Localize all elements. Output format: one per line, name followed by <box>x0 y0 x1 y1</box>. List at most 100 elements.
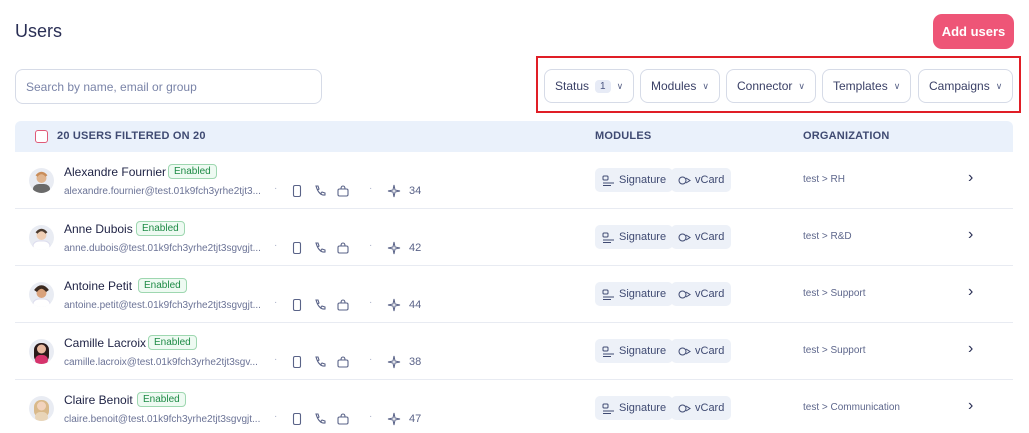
user-email: camille.lacroix@test.01k9fch3yrhe2tjt3sg… <box>64 357 258 368</box>
module-chip-signature[interactable]: Signature <box>595 168 674 192</box>
separator-dot: · <box>369 297 373 308</box>
separator-dot: · <box>369 411 373 422</box>
chevron-down-icon: ∨ <box>702 80 709 91</box>
phone-icon <box>313 184 327 198</box>
engagement-score: 34 <box>409 185 422 197</box>
tablet-icon <box>290 184 304 198</box>
signature-icon <box>602 232 614 243</box>
filter-modules[interactable]: Modules ∨ <box>640 69 720 103</box>
filter-campaigns[interactable]: Campaigns ∨ <box>918 69 1014 103</box>
phone-icon <box>313 355 327 369</box>
avatar <box>29 282 54 307</box>
chevron-right-icon[interactable]: › <box>968 169 973 187</box>
signature-icon <box>602 403 614 414</box>
organization-path: test > R&D <box>803 231 852 242</box>
chevron-right-icon[interactable]: › <box>968 340 973 358</box>
avatar <box>29 225 54 250</box>
phone-icon <box>313 298 327 312</box>
module-chip-signature[interactable]: Signature <box>595 339 674 363</box>
filter-connector-label: Connector <box>737 79 793 93</box>
engagement-score: 44 <box>409 299 422 311</box>
module-chip-vcard[interactable]: vCard <box>671 225 732 249</box>
organization-path: test > Support <box>803 345 866 356</box>
status-badge: Enabled <box>136 221 185 236</box>
module-chip-label: Signature <box>619 345 667 357</box>
user-name: Anne Dubois <box>64 222 133 236</box>
module-chip-vcard[interactable]: vCard <box>671 282 732 306</box>
phone-icon <box>313 412 327 426</box>
sparkle-icon <box>387 355 401 369</box>
user-email: antoine.petit@test.01k9fch3yrhe2tjt3sgvg… <box>64 300 261 311</box>
status-badge: Enabled <box>148 335 197 350</box>
filter-connector[interactable]: Connector ∨ <box>726 69 816 103</box>
separator-dot: · <box>274 240 278 251</box>
sparkle-icon <box>387 298 401 312</box>
avatar <box>29 396 54 421</box>
module-chip-vcard[interactable]: vCard <box>671 396 732 420</box>
sparkle-icon <box>387 184 401 198</box>
filter-campaigns-label: Campaigns <box>929 79 990 93</box>
organization-path: test > RH <box>803 174 845 185</box>
sparkle-icon <box>387 241 401 255</box>
table-row[interactable]: Claire Benoit Enabled claire.benoit@test… <box>15 380 1013 433</box>
module-chip-label: vCard <box>695 402 725 414</box>
phone-icon <box>313 241 327 255</box>
table-header: 20 USERS FILTERED ON 20 MODULES ORGANIZA… <box>15 121 1013 152</box>
user-email: claire.benoit@test.01k9fch3yrhe2tjt3sgvg… <box>64 414 261 425</box>
filter-templates[interactable]: Templates ∨ <box>822 69 912 103</box>
signature-icon <box>602 289 614 300</box>
separator-dot: · <box>274 183 278 194</box>
tablet-icon <box>290 412 304 426</box>
vcard-icon <box>678 290 691 298</box>
search-input[interactable] <box>15 69 322 104</box>
chevron-right-icon[interactable]: › <box>968 226 973 244</box>
module-chip-vcard[interactable]: vCard <box>671 168 732 192</box>
table-row[interactable]: Camille Lacroix Enabled camille.lacroix@… <box>15 323 1013 380</box>
chevron-right-icon[interactable]: › <box>968 397 973 415</box>
avatar <box>29 339 54 364</box>
module-chip-label: Signature <box>619 174 667 186</box>
module-chip-vcard[interactable]: vCard <box>671 339 732 363</box>
module-chip-label: Signature <box>619 402 667 414</box>
module-chip-label: Signature <box>619 231 667 243</box>
module-chip-signature[interactable]: Signature <box>595 225 674 249</box>
filter-templates-label: Templates <box>833 79 888 93</box>
tablet-icon <box>290 298 304 312</box>
cloud-icon <box>336 412 350 426</box>
chevron-down-icon: ∨ <box>995 80 1003 91</box>
separator-dot: · <box>369 354 373 365</box>
module-chip-signature[interactable]: Signature <box>595 282 674 306</box>
signature-icon <box>602 175 614 186</box>
filter-status[interactable]: Status 1 ∨ <box>544 69 635 103</box>
user-name: Claire Benoit <box>64 393 133 407</box>
tablet-icon <box>290 355 304 369</box>
users-table-body: Alexandre Fournier Enabled alexandre.fou… <box>15 152 1013 433</box>
separator-dot: · <box>369 240 373 251</box>
filter-status-count-badge: 1 <box>595 79 611 93</box>
sparkle-icon <box>387 412 401 426</box>
table-row[interactable]: Alexandre Fournier Enabled alexandre.fou… <box>15 152 1013 209</box>
avatar <box>29 168 54 193</box>
table-row[interactable]: Anne Dubois Enabled anne.dubois@test.01k… <box>15 209 1013 266</box>
separator-dot: · <box>369 183 373 194</box>
status-badge: Enabled <box>138 278 187 293</box>
add-users-button[interactable]: Add users <box>933 14 1014 49</box>
user-email: anne.dubois@test.01k9fch3yrhe2tjt3sgvgjt… <box>64 243 261 254</box>
select-all-checkbox[interactable] <box>35 130 48 143</box>
chevron-right-icon[interactable]: › <box>968 283 973 301</box>
module-chip-label: Signature <box>619 288 667 300</box>
column-header-modules: MODULES <box>595 130 652 142</box>
signature-icon <box>602 346 614 357</box>
user-name: Alexandre Fournier <box>64 165 167 179</box>
organization-path: test > Communication <box>803 402 900 413</box>
module-chip-label: vCard <box>695 174 725 186</box>
vcard-icon <box>678 347 691 355</box>
module-chip-signature[interactable]: Signature <box>595 396 674 420</box>
cloud-icon <box>336 298 350 312</box>
user-email: alexandre.fournier@test.01k9fch3yrhe2tjt… <box>64 186 261 197</box>
tablet-icon <box>290 241 304 255</box>
module-chip-label: vCard <box>695 231 725 243</box>
filtered-count-label: 20 USERS FILTERED ON 20 <box>57 130 206 142</box>
table-row[interactable]: Antoine Petit Enabled antoine.petit@test… <box>15 266 1013 323</box>
page-title: Users <box>15 21 63 41</box>
